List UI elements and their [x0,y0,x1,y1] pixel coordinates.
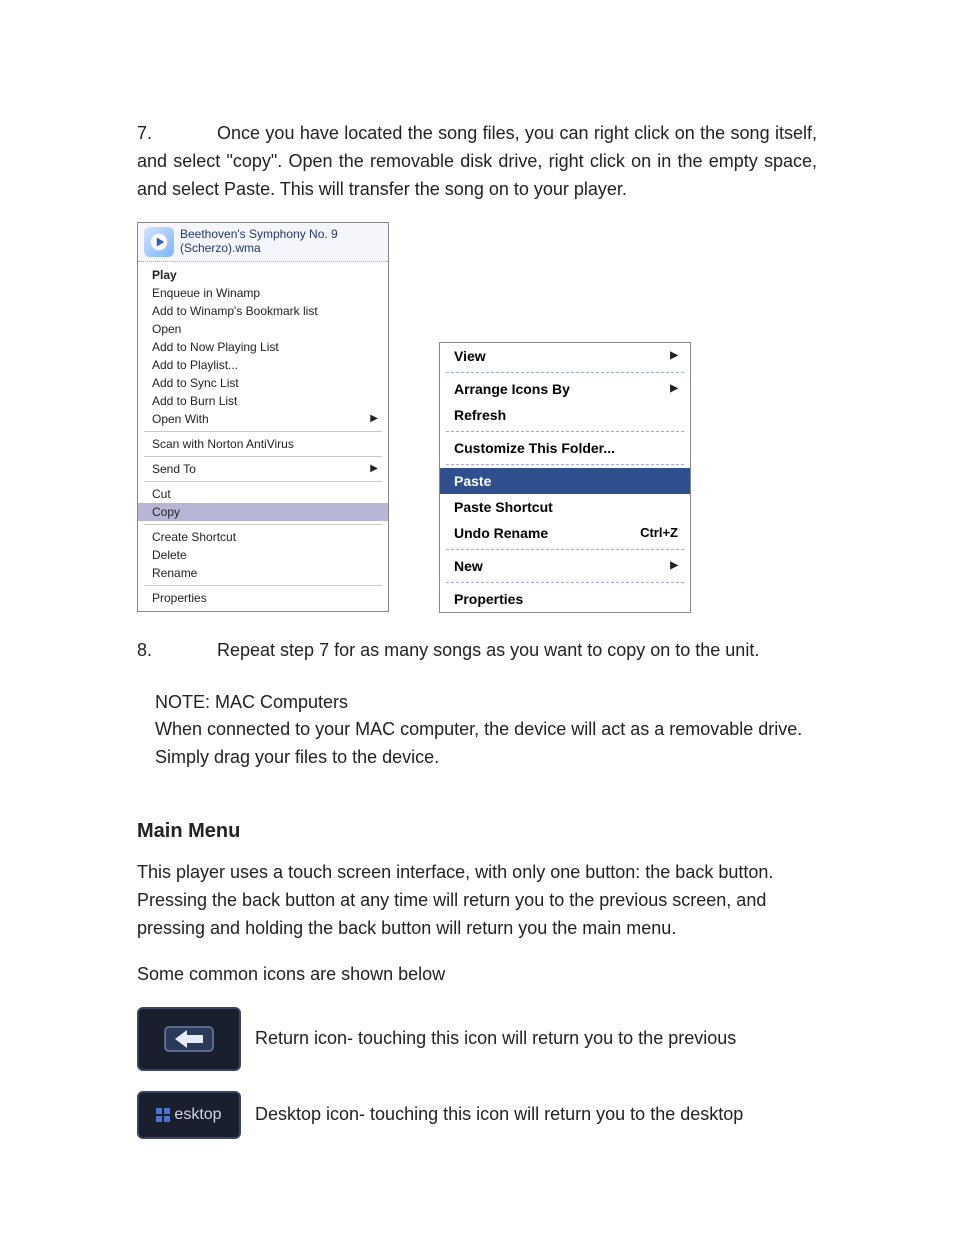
menu-open-with[interactable]: Open With ▶ [138,410,388,428]
menu-add-bookmark[interactable]: Add to Winamp's Bookmark list [138,302,388,320]
rmenu-paste-shortcut[interactable]: Paste Shortcut [440,494,690,520]
return-icon-row: Return icon- touching this icon will ret… [137,1007,817,1071]
menu-enqueue-winamp[interactable]: Enqueue in Winamp [138,284,388,302]
main-menu-heading: Main Menu [137,820,817,843]
submenu-arrow-icon: ▶ [370,413,378,424]
step-7-text-start: Once you have located the song files, yo… [137,123,817,199]
step-8: 8. Repeat step 7 for as many songs as yo… [137,637,817,665]
step-7: 7.Once you have located the song files, … [137,120,817,204]
menu-open[interactable]: Open [138,320,388,338]
file-row[interactable]: Beethoven's Symphony No. 9 (Scherzo).wma [138,223,388,262]
menu-separator [144,456,382,457]
rmenu-arrange[interactable]: Arrange Icons By ▶ [440,376,690,402]
menu-separator [446,431,684,432]
return-icon[interactable] [137,1007,241,1071]
menu-separator [144,585,382,586]
windows-glyph-icon [156,1108,170,1122]
main-menu-p1: This player uses a touch screen interfac… [137,859,817,943]
file-name: Beethoven's Symphony No. 9 (Scherzo).wma [180,228,338,256]
rmenu-undo[interactable]: Undo Rename Ctrl+Z [440,520,690,546]
rmenu-view[interactable]: View ▶ [440,343,690,369]
file-name-line1: Beethoven's Symphony No. 9 [180,228,338,242]
submenu-arrow-icon: ▶ [670,560,678,571]
rmenu-properties[interactable]: Properties [440,586,690,612]
menu-separator [446,372,684,373]
return-icon-text: Return icon- touching this icon will ret… [255,1028,736,1049]
step-7-number: 7. [137,120,217,148]
menu-separator [144,481,382,482]
menu-burn[interactable]: Add to Burn List [138,392,388,410]
step-8-text: Repeat step 7 for as many songs as you w… [217,637,817,665]
menu-separator [446,549,684,550]
folder-context-menu: View ▶ Arrange Icons By ▶ Refresh Custom… [439,342,691,613]
document-page: 7.Once you have located the song files, … [0,0,954,1239]
menu-rename[interactable]: Rename [138,564,388,582]
menu-separator [144,431,382,432]
rmenu-paste[interactable]: Paste [440,468,690,494]
rmenu-new[interactable]: New ▶ [440,553,690,579]
main-menu-p2: Some common icons are shown below [137,961,817,989]
menu-cut[interactable]: Cut [138,485,388,503]
menu-create-shortcut[interactable]: Create Shortcut [138,528,388,546]
note-title: NOTE: MAC Computers [155,689,817,717]
rmenu-customize[interactable]: Customize This Folder... [440,435,690,461]
desktop-icon-label: esktop [174,1106,221,1124]
screenshots-row: Beethoven's Symphony No. 9 (Scherzo).wma… [137,222,817,613]
note-body: When connected to your MAC computer, the… [155,716,817,772]
note-block: NOTE: MAC Computers When connected to yo… [155,689,817,773]
menu-copy[interactable]: Copy [138,503,388,521]
submenu-arrow-icon: ▶ [670,350,678,361]
menu-delete[interactable]: Delete [138,546,388,564]
file-context-menu: Beethoven's Symphony No. 9 (Scherzo).wma… [137,222,389,612]
menu-now-playing[interactable]: Add to Now Playing List [138,338,388,356]
menu-separator [446,464,684,465]
menu-separator [144,524,382,525]
submenu-arrow-icon: ▶ [370,463,378,474]
file-name-line2: (Scherzo).wma [180,242,338,256]
menu-properties[interactable]: Properties [138,589,388,607]
menu-separator [446,582,684,583]
menu-send-to[interactable]: Send To ▶ [138,460,388,478]
shortcut-label: Ctrl+Z [640,525,678,540]
desktop-icon-text: Desktop icon- touching this icon will re… [255,1104,743,1125]
media-file-icon [144,227,174,257]
menu-sync[interactable]: Add to Sync List [138,374,388,392]
step-8-number: 8. [137,637,217,665]
menu-play[interactable]: Play [138,266,388,284]
desktop-icon[interactable]: esktop [137,1091,241,1139]
submenu-arrow-icon: ▶ [670,383,678,394]
desktop-icon-row: esktop Desktop icon- touching this icon … [137,1091,817,1139]
menu-playlist[interactable]: Add to Playlist... [138,356,388,374]
menu-scan-antivirus[interactable]: Scan with Norton AntiVirus [138,435,388,453]
rmenu-refresh[interactable]: Refresh [440,402,690,428]
